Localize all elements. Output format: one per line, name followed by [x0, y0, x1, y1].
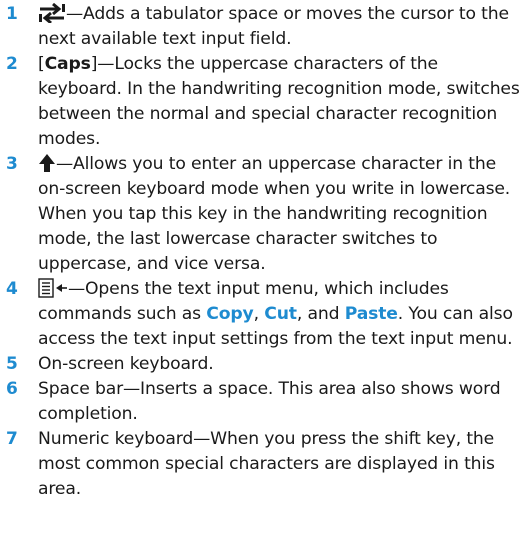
list-item-7: 7 Numeric keyboard—When you press the sh… [0, 427, 526, 502]
list-item-4: 4 —Opens the text input menu, which incl… [0, 277, 526, 352]
list-item-2: 2 [Caps]—Locks the uppercase characters … [0, 52, 526, 152]
list-item-6: 6 Space bar—Inserts a space. This area a… [0, 377, 526, 427]
page: { "colors": { "accent": "#1e8bd0", "text… [0, 0, 526, 535]
item-text: —Allows you to enter an uppercase charac… [38, 154, 511, 274]
item-number: 2 [6, 54, 18, 74]
item-number: 6 [6, 379, 18, 399]
item-text: Numeric keyboard—When you press the shif… [38, 429, 495, 499]
shift-arrow-icon [39, 154, 55, 172]
tab-arrows-icon [39, 3, 65, 23]
item-text: Space bar—Inserts a space. This area als… [38, 379, 501, 424]
menu-list-icon [38, 278, 67, 298]
cut-command: Cut [264, 304, 297, 324]
item-number: 4 [6, 279, 18, 299]
item-number: 1 [6, 4, 18, 24]
item-number: 7 [6, 429, 18, 449]
list-item-1: 1 —Adds a tabulator space or moves the c… [0, 2, 526, 52]
item-text: —Adds a tabulator space or moves the cur… [38, 3, 509, 49]
key-description-list: 1 —Adds a tabulator space or moves the c… [0, 0, 526, 502]
list-item-5: 5 On-screen keyboard. [0, 352, 526, 377]
list-item-3: 3 —Allows you to enter an uppercase char… [0, 152, 526, 277]
item-text: On-screen keyboard. [38, 354, 214, 374]
copy-command: Copy [206, 304, 254, 324]
caps-key-label: Caps [44, 54, 91, 74]
item-number: 5 [6, 354, 18, 374]
item-number: 3 [6, 154, 18, 174]
paste-command: Paste [344, 304, 398, 324]
item-text: [Caps]—Locks the uppercase characters of… [38, 54, 520, 149]
item-text: —Opens the text input menu, which includ… [38, 278, 513, 349]
